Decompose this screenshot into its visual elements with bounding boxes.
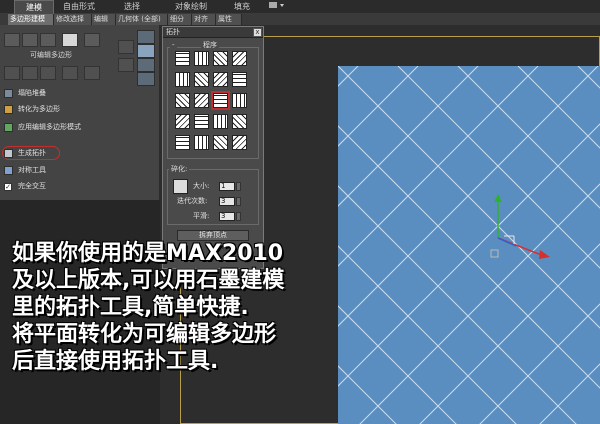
transform-gizmo-icon[interactable] [488,186,558,266]
topology-pattern-0-1[interactable] [194,51,209,66]
size-label: 大小: [193,182,210,190]
stack-icon [4,89,13,98]
size-spinner[interactable] [236,182,241,191]
subtab-edit[interactable]: 编辑 [92,14,116,25]
topology-pattern-3-2[interactable] [213,114,228,129]
iterations-spinner[interactable] [236,197,241,206]
topology-pattern-0-2[interactable] [213,51,228,66]
edit-poly-icon [4,123,13,132]
subtab-subdivision[interactable]: 细分 [168,14,192,25]
tab-freeform[interactable]: 自由形式 [58,0,100,14]
smooth-label: 平滑: [193,212,210,220]
iterations-input[interactable]: 3 [219,197,235,206]
grow-icon[interactable] [4,66,20,80]
subtab-modify-selection[interactable]: 修改选择 [54,14,92,25]
topology-pattern-2-1[interactable] [194,93,209,108]
side-icon-2[interactable] [137,44,155,58]
topology-pattern-3-0[interactable] [175,114,190,129]
tab-selection[interactable]: 选择 [112,0,152,14]
tab-object-paint[interactable]: 对象绘制 [166,0,216,14]
3dsmax-window: 建模 自由形式 选择 对象绘制 填充 多边形建模 修改选择 编辑 几何体 (全部… [0,0,600,424]
tab-populate[interactable]: 填充 [226,0,258,14]
close-icon[interactable]: x [253,28,262,37]
smooth-spinner[interactable] [236,212,241,221]
shrink-icon[interactable] [22,66,38,80]
caption-line-5: 后直接使用拓扑工具. [12,349,219,374]
topology-pattern-4-2[interactable] [213,135,228,150]
size-input[interactable]: 1 [219,182,235,191]
checkbox-icon[interactable]: ✓ [4,183,12,191]
break-pattern-icon[interactable] [173,179,188,194]
subtab-align[interactable]: 对齐 [192,14,216,25]
ring-icon[interactable] [40,66,56,80]
topology-pattern-4-1[interactable] [194,135,209,150]
caption-line-3: 里的拓扑工具,简单快捷. [12,295,249,320]
topology-pattern-1-3[interactable] [232,72,247,87]
topology-pattern-0-3[interactable] [232,51,247,66]
topology-pattern-1-0[interactable] [175,72,190,87]
topology-pattern-3-1[interactable] [194,114,209,129]
caption-line-2: 及以上版本,可以用石墨建模 [12,268,285,293]
subtab-polygon-modeling[interactable]: 多边形建模 [8,14,54,25]
smooth-input[interactable]: 3 [219,212,235,221]
plane-grid [338,66,600,424]
subtab-properties[interactable]: 属性 [216,14,242,25]
topology-pattern-2-3[interactable] [232,93,247,108]
topology-panel: 拓扑 x - 程序 碎化: 大小: 1 迭代次数: 3 平滑: 3 拆弃顶点 [162,26,264,269]
topology-pattern-1-2[interactable] [213,72,228,87]
topology-pattern-1-1[interactable] [194,72,209,87]
subtab-geometry-all[interactable]: 几何体 (全部) [116,14,168,25]
loop-icon[interactable] [62,66,78,80]
topology-pattern-3-3[interactable] [232,114,247,129]
topology-title: 拓扑 [166,28,180,36]
procedure-label: 程序 [201,41,219,50]
edge-icon[interactable] [22,33,38,47]
side-icon-4[interactable] [137,72,155,86]
topology-pattern-4-3[interactable] [232,135,247,150]
side-tool-a[interactable] [118,40,134,54]
symmetry-icon [4,166,13,175]
topology-titlebar[interactable]: 拓扑 x [163,27,263,38]
tutorial-caption: 如果你使用的是MAX2010 及以上版本,可以用石墨建模 里的拓扑工具,简单快捷… [12,240,352,375]
editable-poly-label: 可编辑多边形 [30,51,72,59]
caption-line-1: 如果你使用的是MAX2010 [12,241,284,266]
side-icon-1[interactable] [137,30,155,44]
side-icon-3[interactable] [137,58,155,72]
break-label: 碎化: [169,165,190,174]
convert-icon [4,105,13,114]
topology-pattern-0-0[interactable] [175,51,190,66]
collapse-icon[interactable]: - [170,41,177,50]
ribbon-options-icon[interactable] [264,0,290,14]
topology-pattern-2-2[interactable] [211,91,230,110]
caption-line-4: 将平面转化为可编辑多边形 [12,322,277,347]
side-tool-b[interactable] [118,58,134,72]
tab-modeling[interactable]: 建模 [14,0,54,14]
topology-pattern-2-0[interactable] [175,93,190,108]
plane-object[interactable] [338,66,600,424]
stop-icon[interactable] [84,66,100,80]
topology-icon [4,149,13,158]
element-icon[interactable] [84,33,100,47]
vertex-icon[interactable] [4,33,20,47]
border-icon[interactable] [40,33,56,47]
iterations-label: 迭代次数: [177,197,208,205]
topology-pattern-4-0[interactable] [175,135,190,150]
polygon-icon[interactable] [62,33,78,47]
